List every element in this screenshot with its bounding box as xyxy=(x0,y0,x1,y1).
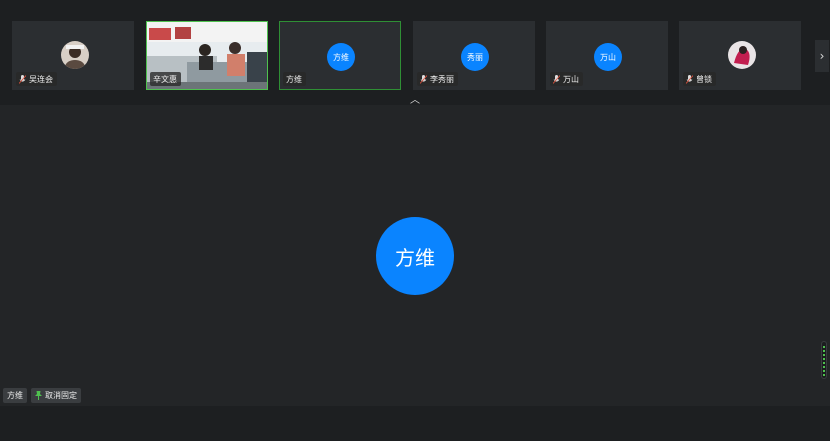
participant-tile-5[interactable]: 万山 万山 xyxy=(546,21,668,90)
main-speaker-avatar: 方维 xyxy=(376,217,454,295)
participant-avatar: 秀丽 xyxy=(461,43,489,71)
participant-avatar-photo xyxy=(61,41,89,69)
participant-avatar: 万山 xyxy=(594,43,622,71)
participant-tile-3[interactable]: 方维 方维 xyxy=(279,21,401,90)
participant-name-tag: 吴连会 xyxy=(16,72,57,86)
bottom-toolbar xyxy=(0,406,830,441)
participant-name: 吴连会 xyxy=(29,74,53,84)
participant-name: 辛文惠 xyxy=(153,74,177,84)
unpin-label: 取消固定 xyxy=(45,391,77,400)
main-speaker-name-tag: 方维 xyxy=(3,388,27,403)
participant-tile-2[interactable]: 辛文惠 xyxy=(146,21,268,90)
audio-level-meter xyxy=(821,341,827,379)
participant-name-tag: 万山 xyxy=(550,72,583,86)
participant-name: 方维 xyxy=(286,74,302,84)
pin-icon xyxy=(35,391,42,400)
participant-strip: 吴连会 辛文惠 方维 方维 秀丽 李秀丽 万山 万山 曾锁 › ︿ xyxy=(0,0,830,106)
participant-avatar-photo xyxy=(728,41,756,69)
participant-tile-4[interactable]: 秀丽 李秀丽 xyxy=(413,21,535,90)
participant-name: 曾锁 xyxy=(696,74,712,84)
unpin-button[interactable]: 取消固定 xyxy=(31,388,81,403)
participant-name-tag: 方维 xyxy=(283,72,306,86)
chevron-right-icon[interactable]: › xyxy=(815,40,829,72)
mic-icon xyxy=(19,74,26,84)
participant-name: 万山 xyxy=(563,74,579,84)
participant-avatar: 方维 xyxy=(327,43,355,71)
participant-name-tag: 辛文惠 xyxy=(150,72,181,86)
participant-name-tag: 李秀丽 xyxy=(417,72,458,86)
mic-icon xyxy=(420,74,427,84)
participant-name: 李秀丽 xyxy=(430,74,454,84)
main-speaker-name: 方维 xyxy=(7,391,23,400)
participant-tile-6[interactable]: 曾锁 xyxy=(679,21,801,90)
participant-name-tag: 曾锁 xyxy=(683,72,716,86)
mic-icon xyxy=(553,74,560,84)
chevron-up-icon[interactable]: ︿ xyxy=(407,92,423,106)
participant-tile-1[interactable]: 吴连会 xyxy=(12,21,134,90)
mic-icon xyxy=(686,74,693,84)
